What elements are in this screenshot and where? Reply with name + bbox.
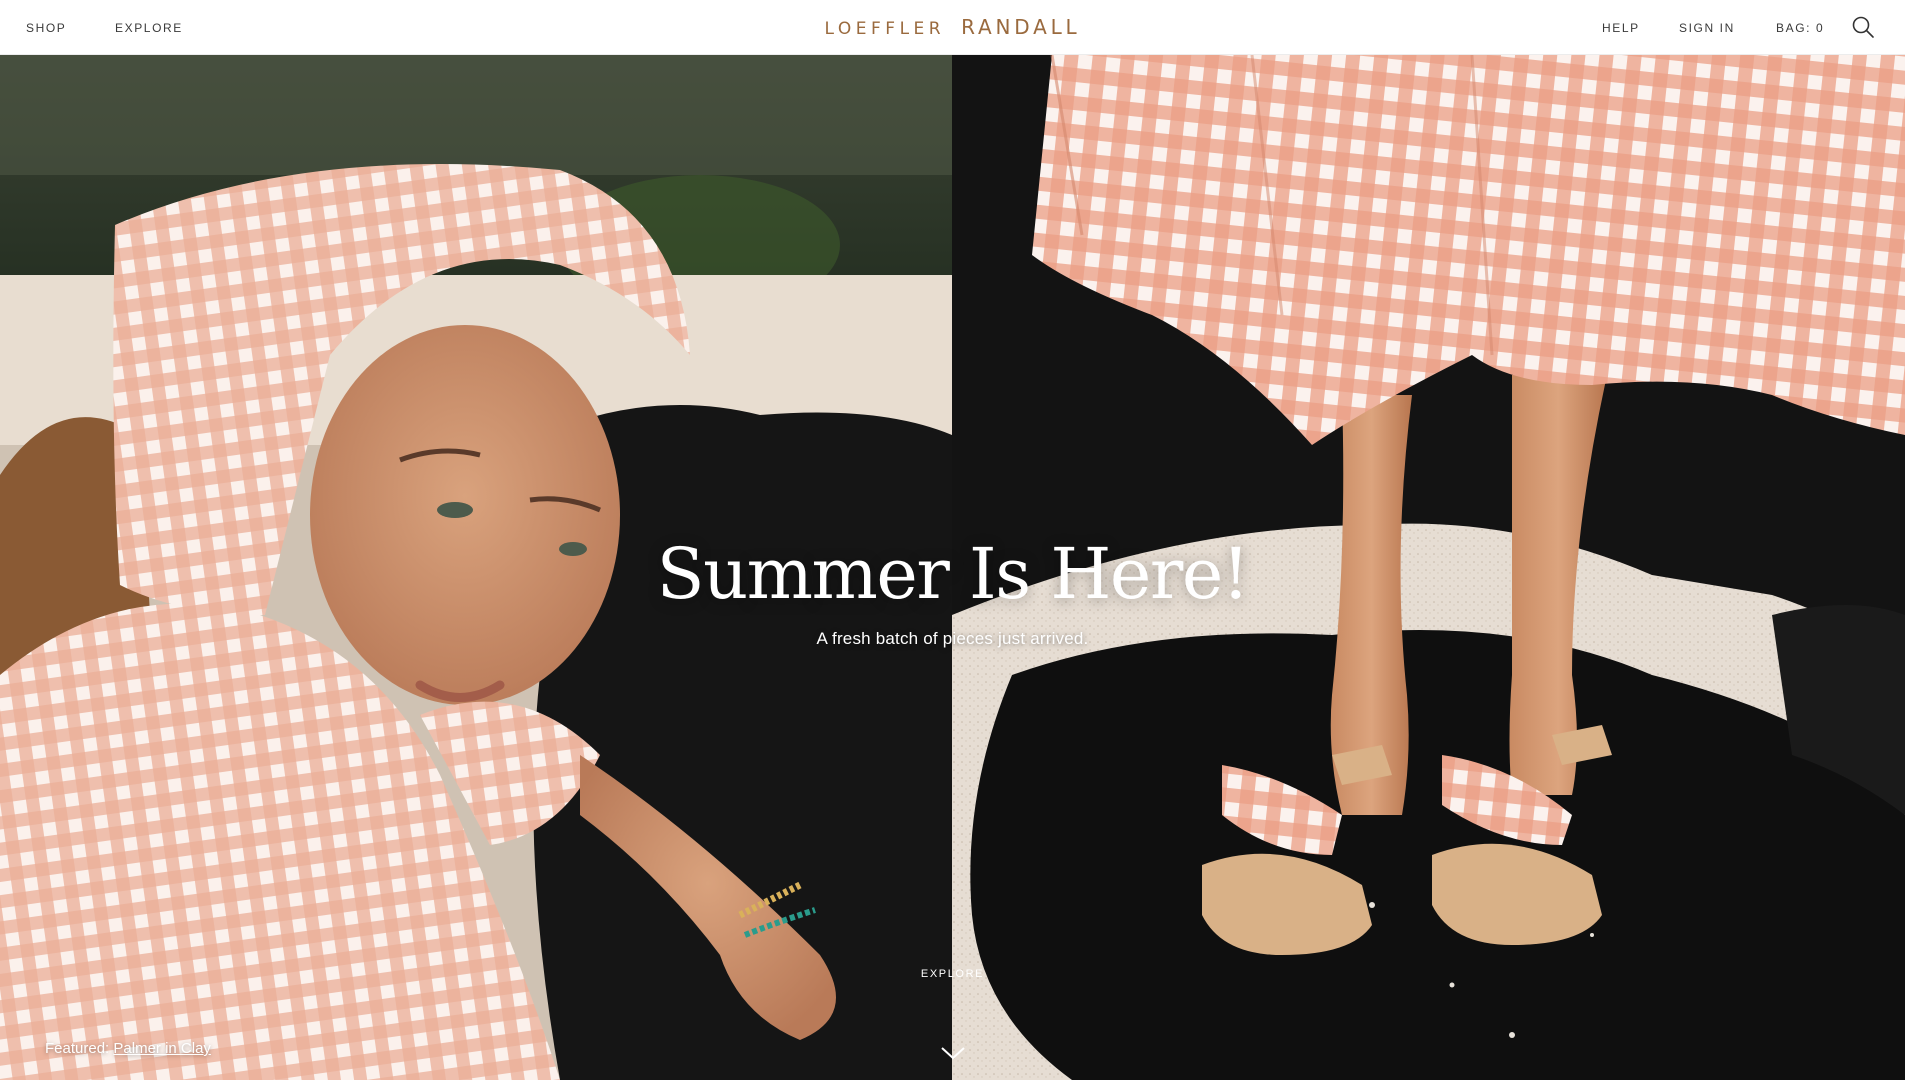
brand-logo[interactable]: LOEFFLER RANDALL — [825, 15, 1081, 39]
logo-word-second: RANDALL — [961, 15, 1081, 39]
hero-title: Summer Is Here! — [656, 533, 1250, 615]
explore-link[interactable]: EXPLORE — [0, 968, 1905, 980]
nav-sign-in-link[interactable]: SIGN IN — [1679, 21, 1735, 35]
chevron-down-icon[interactable] — [940, 1045, 966, 1061]
hero-banner[interactable]: Summer Is Here! A fresh batch of pieces … — [0, 55, 1905, 1080]
featured-label: Featured: — [45, 1040, 110, 1057]
featured-caption: Featured: Palmer in Clay — [45, 1040, 211, 1057]
search-icon[interactable] — [1851, 15, 1875, 39]
nav-explore-link[interactable]: EXPLORE — [115, 21, 183, 35]
featured-product-link[interactable]: Palmer in Clay — [113, 1040, 211, 1057]
nav-help-link[interactable]: HELP — [1602, 21, 1640, 35]
nav-shop-link[interactable]: SHOP — [26, 21, 66, 35]
nav-bag-link[interactable]: BAG: 0 — [1776, 21, 1824, 35]
hero-subtitle: A fresh batch of pieces just arrived. — [816, 629, 1089, 648]
site-header: SHOP EXPLORE LOEFFLER RANDALL HELP SIGN I… — [0, 0, 1905, 55]
logo-word-first: LOEFFLER — [824, 19, 946, 39]
